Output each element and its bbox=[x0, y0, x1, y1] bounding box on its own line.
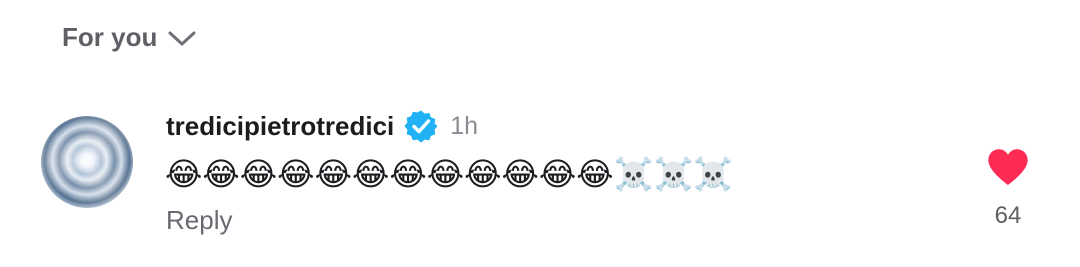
comment-item: tredicipietrotredici 1h 😂😂😂😂😂😂😂😂😂😂😂😂☠️☠️… bbox=[0, 0, 1080, 267]
like-count: 64 bbox=[994, 202, 1022, 229]
comment-header: tredicipietrotredici 1h bbox=[166, 108, 478, 144]
username[interactable]: tredicipietrotredici bbox=[166, 111, 394, 142]
heart-icon bbox=[987, 149, 1029, 190]
comment-timestamp: 1h bbox=[450, 111, 479, 140]
reply-button[interactable]: Reply bbox=[166, 205, 232, 236]
comment-text: 😂😂😂😂😂😂😂😂😂😂😂😂☠️☠️☠️ bbox=[165, 155, 734, 193]
avatar[interactable] bbox=[41, 116, 133, 208]
like-button[interactable] bbox=[987, 148, 1029, 191]
verified-badge-icon bbox=[404, 109, 438, 143]
